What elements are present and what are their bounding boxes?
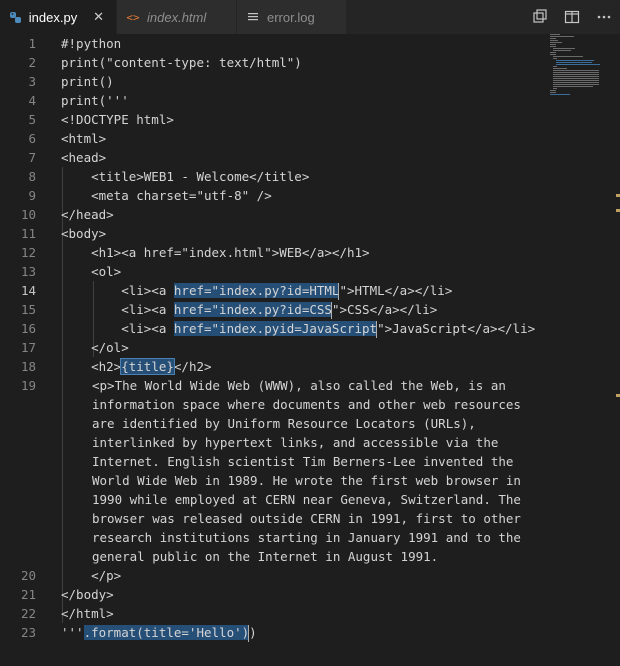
open-changes-icon[interactable] <box>524 0 556 34</box>
code-line: <title>WEB1 - Welcome</title> <box>61 169 310 184</box>
code-line: <html> <box>61 131 107 146</box>
code-text: ''' <box>61 625 84 640</box>
code-line: <h2>{title}</h2> <box>61 357 212 376</box>
code-text: </h2> <box>173 359 212 374</box>
code-line: print() <box>61 74 114 89</box>
selection: href="index.py?id=HTML <box>173 283 340 298</box>
code-text: ">HTML</a></li> <box>339 283 453 298</box>
code-line-wrapped: <p>The World Wide Web (WWW), also called… <box>92 378 521 564</box>
code-text: <h2> <box>61 359 122 374</box>
line-number: 20 <box>20 568 36 583</box>
scroll-marker <box>616 209 620 212</box>
tab-index-py[interactable]: index.py ✕ <box>0 0 117 34</box>
selection: href="index.py?id=CSS <box>173 302 332 317</box>
code-line: #!python <box>61 36 122 51</box>
code-line: </p> <box>61 568 122 583</box>
code-text: ">JavaScript</a></li> <box>377 321 536 336</box>
line-number: 10 <box>20 207 36 222</box>
line-number: 18 <box>20 359 36 374</box>
selection: {title} <box>120 358 175 375</box>
line-number: 15 <box>20 302 36 317</box>
line-number: 23 <box>20 625 36 640</box>
line-number: 21 <box>20 587 36 602</box>
line-number: 4 <box>28 93 36 108</box>
line-number: 16 <box>20 321 36 336</box>
line-number: 9 <box>28 188 36 203</box>
code-text: <li><a <box>61 302 174 317</box>
tab-label: index.py <box>28 9 78 25</box>
line-number: 7 <box>28 150 36 165</box>
line-number: 5 <box>28 112 36 127</box>
line-number: 22 <box>20 606 36 621</box>
code-line: <h1><a href="index.html">WEB</a></h1> <box>61 245 370 260</box>
tab-error-log[interactable]: error.log <box>237 0 347 34</box>
line-number: 12 <box>20 245 36 260</box>
line-number: 19 <box>20 378 36 393</box>
code-line: <body> <box>61 226 107 241</box>
tab-bar: index.py ✕ <> index.html error.log <box>0 0 620 34</box>
more-actions-icon[interactable] <box>588 0 620 34</box>
code-line: <meta charset="utf-8" /> <box>61 188 272 203</box>
line-number: 13 <box>20 264 36 279</box>
code-editor[interactable]: 1 2 3 4 5 6 7 8 9 10 11 12 13 14 15 16 1… <box>0 34 620 666</box>
code-line: print("content-type: text/html") <box>61 55 302 70</box>
selection: href="index.pyid=JavaScript <box>173 321 378 336</box>
line-number: 2 <box>28 55 36 70</box>
code-line: <li><a href="index.pyid=JavaScript">Java… <box>61 319 535 338</box>
vertical-scrollbar[interactable] <box>606 34 620 666</box>
code-line: print(''' <box>61 93 129 108</box>
code-text: <li><a <box>61 321 174 336</box>
code-line: <li><a href="index.py?id=HTML">HTML</a><… <box>61 281 452 300</box>
python-icon <box>8 9 23 25</box>
code-text: <li><a <box>61 283 174 298</box>
split-editor-icon[interactable] <box>556 0 588 34</box>
code-line: <ol> <box>61 264 122 279</box>
line-number: 1 <box>28 36 36 51</box>
scroll-marker <box>616 194 620 197</box>
code-text: ">CSS</a></li> <box>331 302 438 317</box>
line-number: 17 <box>20 340 36 355</box>
code-text: ) <box>249 625 257 640</box>
line-number: 8 <box>28 169 36 184</box>
selection: .format(title='Hello') <box>83 625 250 640</box>
line-number-current: 14 <box>20 283 36 298</box>
html-icon: <> <box>126 10 140 24</box>
code-line: </body> <box>61 587 114 602</box>
close-icon[interactable]: ✕ <box>91 9 106 25</box>
code-line: <!DOCTYPE html> <box>61 112 174 127</box>
code-line: <li><a href="index.py?id=CSS">CSS</a></l… <box>61 300 437 319</box>
tab-label: index.html <box>147 9 207 25</box>
editor-actions <box>524 0 620 34</box>
code-line: <head> <box>61 150 107 165</box>
line-number: 11 <box>20 226 36 241</box>
code-line: '''.format(title='Hello')) <box>61 623 257 642</box>
tab-index-html[interactable]: <> index.html <box>117 0 237 34</box>
code-line: </head> <box>61 207 114 222</box>
scroll-marker <box>616 394 620 397</box>
code-line: </ol> <box>61 340 129 355</box>
log-icon <box>245 9 261 25</box>
tab-label: error.log <box>267 9 315 25</box>
code-line: </html> <box>61 606 114 621</box>
minimap[interactable] <box>550 34 606 104</box>
line-number: 3 <box>28 74 36 89</box>
line-number: 6 <box>28 131 36 146</box>
